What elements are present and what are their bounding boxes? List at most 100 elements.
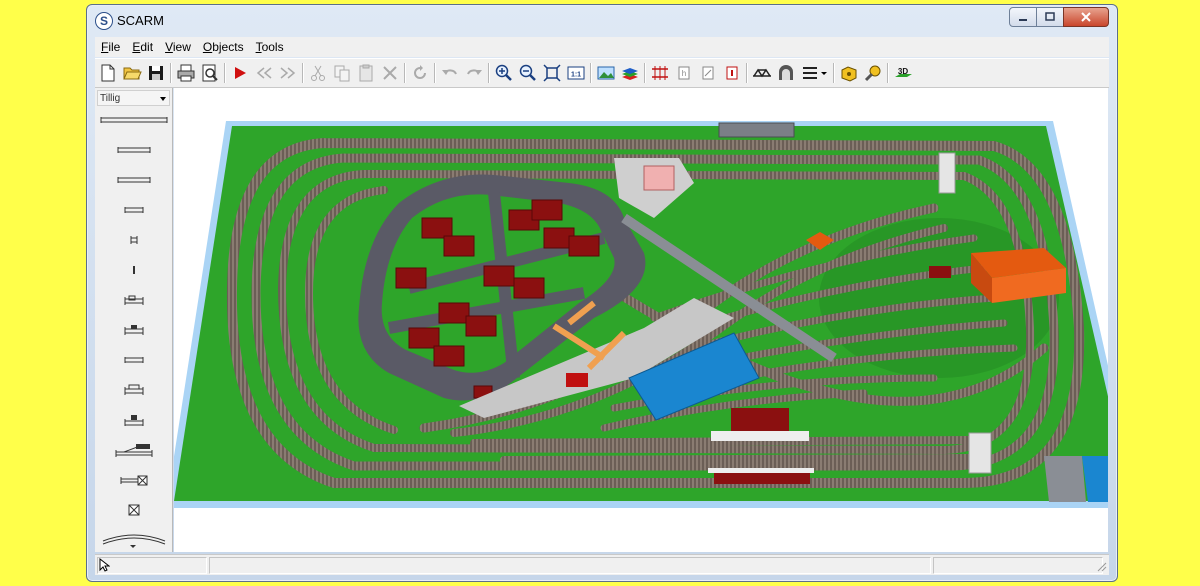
svg-text:3D: 3D xyxy=(898,67,908,76)
layout-3d-viewport[interactable] xyxy=(174,88,1108,552)
print-preview-button[interactable] xyxy=(199,62,221,84)
print-preview-icon xyxy=(202,64,218,82)
menu-objects[interactable]: Objects xyxy=(203,40,244,54)
undo-icon xyxy=(442,69,457,75)
multi-track-button[interactable] xyxy=(799,62,821,84)
zoom-1-1-button[interactable]: 1:1 xyxy=(565,62,587,84)
track-piece-straight-4[interactable] xyxy=(95,229,172,251)
save-button[interactable] xyxy=(145,62,167,84)
toolbox-button[interactable] xyxy=(838,62,860,84)
redo-icon xyxy=(467,69,482,75)
fast-forward-icon xyxy=(280,67,296,79)
track-piece-turnout[interactable] xyxy=(95,439,172,461)
run-button[interactable] xyxy=(229,62,251,84)
bridge-button[interactable] xyxy=(751,62,773,84)
tape-measure-icon xyxy=(864,65,881,82)
track-piece-straight-3[interactable] xyxy=(95,199,172,221)
app-window: S SCARM File Edit View Objects Tools 1:1… xyxy=(86,4,1118,582)
actual-size-icon: 1:1 xyxy=(567,66,585,80)
track-piece-straight-6[interactable] xyxy=(95,349,172,371)
close-button[interactable] xyxy=(1063,7,1109,27)
cursor-icon xyxy=(99,557,111,572)
previous-button[interactable] xyxy=(253,62,275,84)
open-button[interactable] xyxy=(121,62,143,84)
new-file-icon xyxy=(101,64,115,82)
tunnel-button[interactable] xyxy=(775,62,797,84)
track-slope-button[interactable] xyxy=(697,62,719,84)
toolbox-icon xyxy=(841,66,857,82)
paste-button[interactable] xyxy=(355,62,377,84)
fit-to-window-icon xyxy=(543,64,561,82)
chevron-down-icon xyxy=(160,97,166,101)
library-select-value: Tillig xyxy=(100,93,121,104)
minimize-icon xyxy=(1019,19,1027,21)
print-icon xyxy=(177,64,195,82)
paste-icon xyxy=(359,64,373,82)
bridge-top xyxy=(718,122,795,138)
zoom-out-button[interactable] xyxy=(517,62,539,84)
open-folder-icon xyxy=(123,67,142,80)
status-pane-cursor xyxy=(97,557,207,574)
height-icon: h xyxy=(678,66,690,80)
track-piece-straight-long[interactable] xyxy=(95,109,172,131)
slope-icon xyxy=(702,66,714,80)
tunnel-icon xyxy=(779,65,793,80)
bridge-icon xyxy=(753,68,771,78)
menu-tools[interactable]: Tools xyxy=(256,40,284,54)
landscape-image-icon xyxy=(597,66,615,80)
track-piece-straight-1[interactable] xyxy=(95,139,172,161)
redo-button[interactable] xyxy=(463,62,485,84)
zoom-out-icon xyxy=(519,64,536,81)
menu-bar: File Edit View Objects Tools xyxy=(95,37,1109,57)
track-piece-buffer-stop-1[interactable] xyxy=(95,289,172,311)
track-piece-buffer-stop-2[interactable] xyxy=(95,319,172,341)
multi-track-dropdown[interactable] xyxy=(819,62,829,84)
undo-button[interactable] xyxy=(439,62,461,84)
save-icon xyxy=(149,66,163,80)
tape-measure-button[interactable] xyxy=(862,62,884,84)
background-image-button[interactable] xyxy=(595,62,617,84)
view-3d-button[interactable]: 3D xyxy=(892,62,914,84)
library-select[interactable]: Tillig xyxy=(97,90,170,106)
toolbar: 1:1 h 3D xyxy=(95,58,1109,88)
delete-button[interactable] xyxy=(379,62,401,84)
maximize-button[interactable] xyxy=(1036,7,1064,27)
flex-track-icon xyxy=(652,66,668,80)
app-icon: S xyxy=(95,12,113,30)
scissors-icon xyxy=(311,65,325,81)
engine-shed xyxy=(971,248,1066,303)
track-piece-crossing-small[interactable] xyxy=(95,499,172,521)
menu-file[interactable]: File xyxy=(101,40,120,54)
layers-button[interactable] xyxy=(619,62,641,84)
multi-track-icon xyxy=(803,67,817,79)
rotate-button[interactable] xyxy=(409,62,431,84)
track-piece-buffer-stop-3[interactable] xyxy=(95,379,172,401)
cut-button[interactable] xyxy=(307,62,329,84)
copy-button[interactable] xyxy=(331,62,353,84)
flex-track-button[interactable] xyxy=(649,62,671,84)
minimize-button[interactable] xyxy=(1009,7,1037,27)
menu-view[interactable]: View xyxy=(165,40,191,54)
track-piece-buffer-stop-4[interactable] xyxy=(95,409,172,431)
next-button[interactable] xyxy=(277,62,299,84)
track-height-button[interactable]: h xyxy=(673,62,695,84)
track-piece-crossing[interactable] xyxy=(95,469,172,491)
zoom-fit-button[interactable] xyxy=(541,62,563,84)
close-icon xyxy=(1081,12,1091,22)
track-piece-straight-2[interactable] xyxy=(95,169,172,191)
title-bar[interactable]: S SCARM xyxy=(87,5,1117,35)
status-bar xyxy=(95,554,1109,575)
resize-grip-icon[interactable] xyxy=(1095,560,1107,572)
new-file-button[interactable] xyxy=(97,62,119,84)
track-piece-curve[interactable] xyxy=(95,528,172,550)
menu-edit[interactable]: Edit xyxy=(132,40,153,54)
zoom-in-button[interactable] xyxy=(493,62,515,84)
track-info-button[interactable] xyxy=(721,62,743,84)
run-icon xyxy=(235,67,246,79)
layout-3d-scene xyxy=(174,121,1108,508)
track-piece-straight-5[interactable] xyxy=(95,259,172,281)
print-button[interactable] xyxy=(175,62,197,84)
3d-view-icon: 3D xyxy=(895,67,912,77)
svg-text:h: h xyxy=(682,69,686,78)
status-pane-main xyxy=(209,557,931,574)
